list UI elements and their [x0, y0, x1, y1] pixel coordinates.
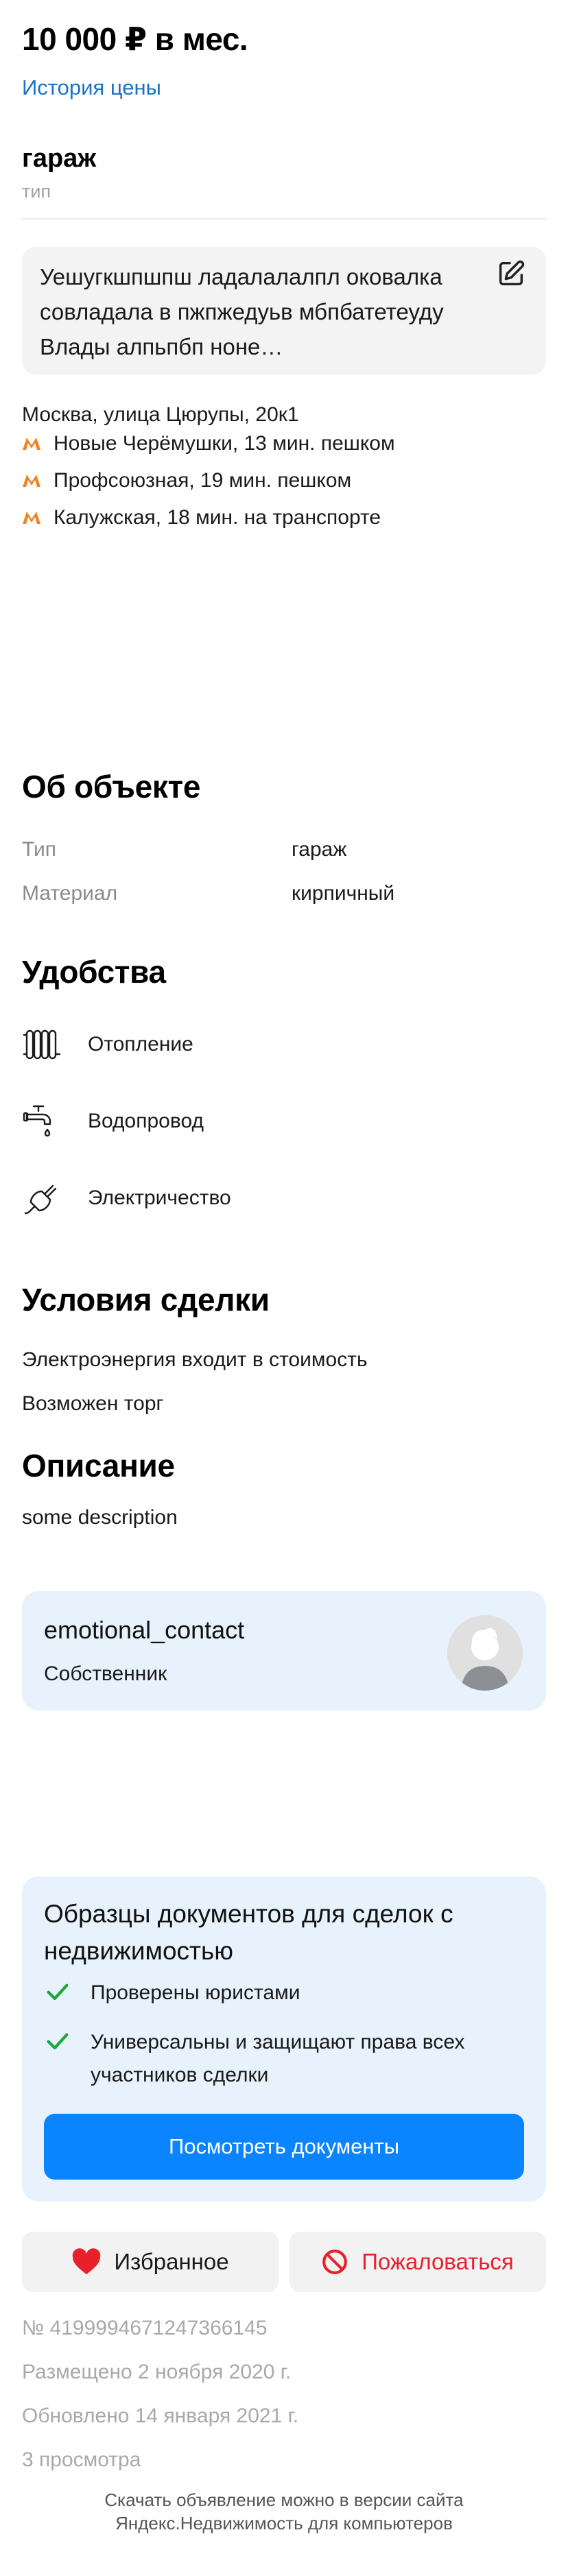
owner-name: emotional_contact [44, 1616, 245, 1644]
checkmark-icon [47, 2033, 69, 2050]
desktop-version-note-line-2[interactable]: Яндекс.Недвижимость для компьютеров [0, 2512, 568, 2535]
report-button[interactable]: Пожаловаться [289, 2232, 546, 2292]
object-type-title: гараж [22, 144, 97, 173]
description-heading: Описание [22, 1448, 175, 1483]
metro-station: Калужская, 18 мин. на транспорте [22, 506, 381, 529]
address: Москва, улица Цюрупы, 20к1 [22, 403, 299, 426]
amenities-heading: Удобства [22, 954, 166, 990]
object-type-subtitle: тип [22, 181, 51, 202]
owner-role: Собственник [44, 1662, 167, 1685]
views-count: 3 просмотра [22, 2448, 141, 2471]
metro-station: Новые Черёмушки, 13 мин. пешком [22, 432, 395, 455]
amenity-item: Электричество [22, 1177, 231, 1219]
view-documents-button[interactable]: Посмотреть документы [44, 2114, 524, 2180]
radiator-icon [23, 1029, 61, 1060]
amenity-label: Водопровод [88, 1110, 204, 1132]
desktop-version-note-line-1: Скачать объявление можно в версии сайта [104, 2490, 464, 2510]
amenity-label: Отопление [88, 1033, 193, 1056]
ban-icon [322, 2250, 348, 2274]
about-key-type: Тип [22, 838, 57, 861]
deal-term: Возможен торг [22, 1392, 164, 1415]
user-note-text: Уешугкшпшпш ладалалалпл оковалка совлада… [40, 264, 444, 359]
published-date: Размещено 2 ноября 2020 г. [22, 2361, 292, 2383]
offer-id: № 4199994671247366145 [22, 2317, 268, 2339]
about-heading: Об объекте [22, 769, 201, 804]
checkmark-icon [47, 1983, 69, 2001]
documents-point-text: Универсальны и защищают права всех участ… [91, 2031, 465, 2086]
metro-icon [23, 475, 40, 487]
about-value-type: гараж [292, 838, 347, 861]
metro-station-text: Калужская, 18 мин. на транспорте [54, 506, 381, 529]
about-key-material: Материал [22, 882, 118, 905]
heart-icon [73, 2248, 101, 2275]
metro-icon [23, 512, 40, 524]
documents-point: Проверены юристами [44, 1977, 524, 2009]
amenity-label: Электричество [88, 1186, 231, 1209]
edit-pencil-icon[interactable] [495, 258, 527, 289]
metro-station-text: Новые Черёмушки, 13 мин. пешком [54, 432, 395, 455]
price: 10 000 ₽ в мес. [22, 21, 248, 57]
electric-plug-icon [24, 1184, 57, 1215]
metro-icon [23, 438, 40, 450]
documents-point: Универсальны и защищают права всех участ… [44, 2026, 524, 2092]
metro-station: Профсоюзная, 19 мин. пешком [22, 469, 351, 492]
description-text: some description [22, 1506, 178, 1529]
metro-station-text: Профсоюзная, 19 мин. пешком [54, 469, 352, 492]
deal-terms-heading: Условия сделки [22, 1282, 270, 1317]
about-value-material: кирпичный [292, 882, 395, 905]
updated-date: Обновлено 14 января 2021 г. [22, 2405, 299, 2427]
price-history-link[interactable]: История цены [22, 75, 161, 100]
water-tap-icon [23, 1105, 51, 1137]
amenity-item: Отопление [22, 1023, 193, 1066]
documents-point-text: Проверены юристами [91, 1981, 300, 2004]
offer-page: 10 000 ₽ в мес. История цены гараж тип У… [0, 0, 568, 2576]
documents-title: Образцы документов для сделок с недвижим… [44, 1900, 453, 1965]
favorite-button[interactable]: Избранное [22, 2232, 279, 2292]
favorite-label: Избранное [114, 2249, 229, 2274]
deal-term: Электроэнергия входит в стоимость [22, 1348, 368, 1371]
user-avatar-placeholder [447, 1615, 523, 1691]
report-label: Пожаловаться [362, 2249, 514, 2274]
divider [22, 218, 546, 219]
amenity-item: Водопровод [22, 1100, 204, 1143]
